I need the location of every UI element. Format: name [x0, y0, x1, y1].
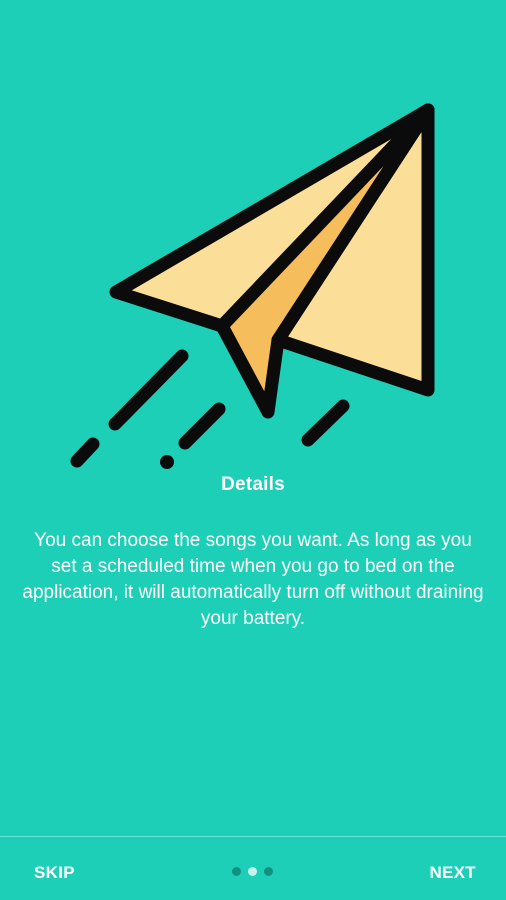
speed-line — [108, 349, 189, 431]
page-description: You can choose the songs you want. As lo… — [22, 530, 484, 629]
onboarding-screen: Details You can choose the songs you wan… — [0, 0, 506, 900]
skip-button[interactable]: SKIP — [26, 859, 83, 887]
speed-line — [178, 402, 226, 450]
page-title: Details — [221, 474, 285, 495]
page-indicator — [232, 867, 273, 876]
speed-dot — [160, 455, 174, 469]
bottom-navigation-bar: SKIP NEXT — [0, 836, 506, 900]
speed-line — [70, 437, 100, 468]
speed-line — [301, 399, 350, 447]
page-indicator-dot — [264, 867, 273, 876]
page-indicator-dot — [232, 867, 241, 876]
paper-plane-icon — [70, 103, 435, 469]
next-button[interactable]: NEXT — [421, 859, 484, 887]
page-indicator-dot-active — [248, 867, 257, 876]
